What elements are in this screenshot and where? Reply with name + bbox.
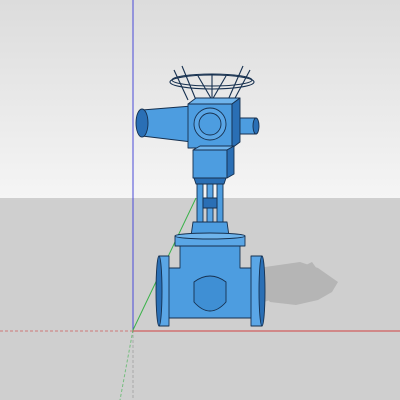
viewport-3d[interactable] [0,0,400,400]
actuator-box-top [187,97,241,105]
yoke-plate [193,177,227,185]
yoke-left-leg [196,183,204,223]
gearbox-side [226,145,235,179]
actuator-arm [141,105,193,143]
flange-right-face [258,255,266,327]
flange-left-face [155,255,163,327]
stem-nut [202,197,218,209]
actuator-cover-inner [198,112,222,136]
bonnet-flange-top [174,232,246,240]
actuator-box-side [231,97,241,149]
actuator-stub-end [252,117,260,135]
gearbox [192,149,228,179]
scene-canvas[interactable] [0,0,400,400]
valve-body-bulb [193,275,227,312]
actuator-arm-end [135,108,149,138]
yoke-right-leg [216,183,224,223]
